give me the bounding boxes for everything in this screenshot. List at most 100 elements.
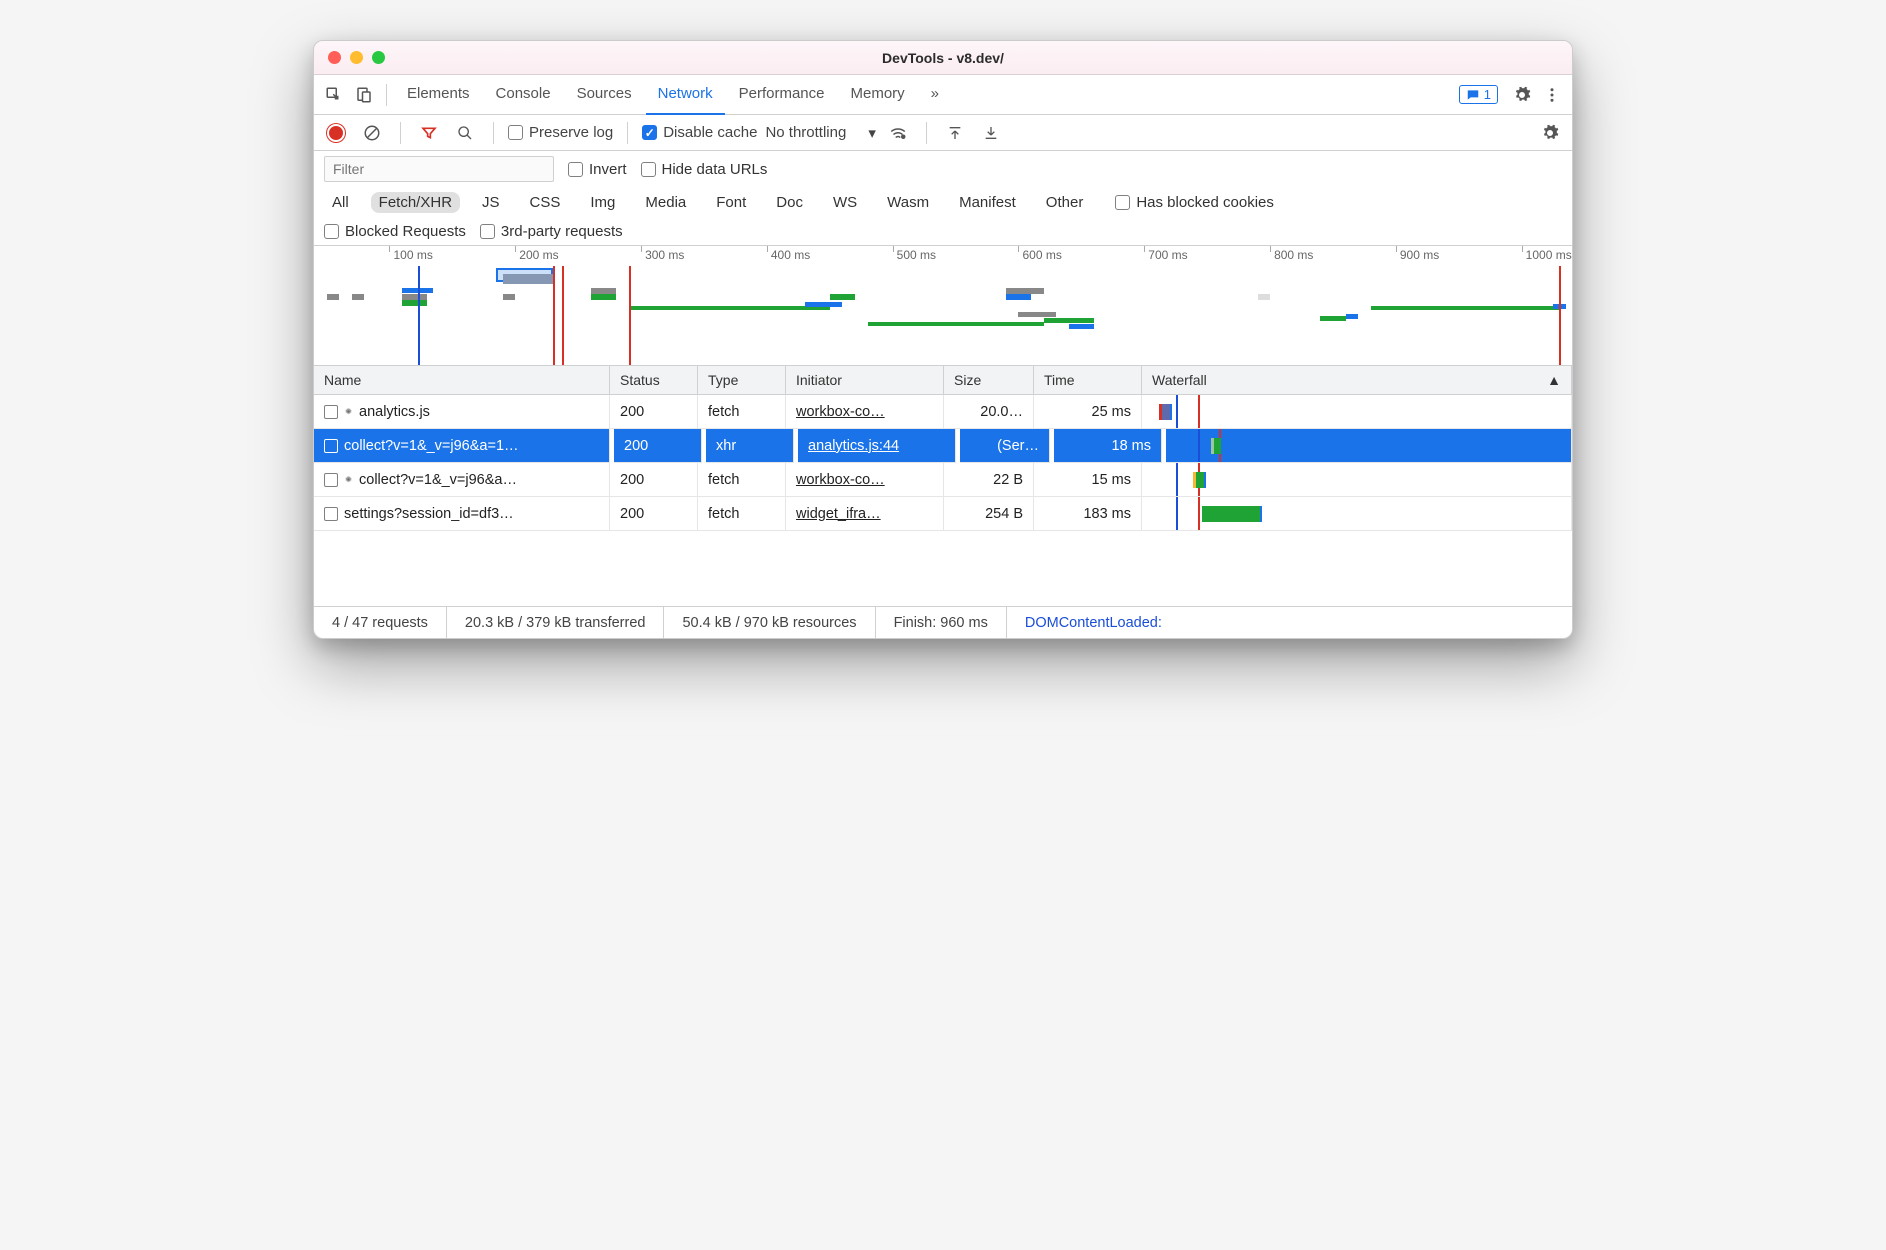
sort-indicator-icon: ▲ (1547, 372, 1561, 388)
third-party-checkbox[interactable]: 3rd-party requests (480, 223, 623, 240)
col-name[interactable]: Name (314, 366, 610, 395)
type-wasm[interactable]: Wasm (879, 192, 937, 213)
row-checkbox-icon[interactable] (324, 473, 338, 487)
status-bar: 4 / 47 requests 20.3 kB / 379 kB transfe… (314, 606, 1572, 638)
throttling-value: No throttling (765, 124, 846, 141)
cell-waterfall (1142, 497, 1572, 531)
cell-type: fetch (698, 463, 786, 497)
disable-cache-checkbox[interactable]: Disable cache (642, 124, 757, 141)
device-toggle-icon[interactable] (350, 81, 378, 109)
type-js[interactable]: JS (474, 192, 508, 213)
clear-button[interactable] (358, 119, 386, 147)
col-initiator[interactable]: Initiator (786, 366, 944, 395)
initiator-link[interactable]: analytics.js:44 (808, 438, 899, 454)
col-time[interactable]: Time (1034, 366, 1142, 395)
export-har-icon[interactable] (977, 119, 1005, 147)
cell-time: 183 ms (1034, 497, 1142, 531)
panel-tabbar: Elements Console Sources Network Perform… (314, 75, 1572, 115)
table-row[interactable]: settings?session_id=df3…200fetchwidget_i… (314, 497, 1572, 531)
table-row[interactable]: collect?v=1&_v=j96&a…200fetchworkbox-co…… (314, 463, 1572, 497)
cell-name: settings?session_id=df3… (314, 497, 610, 531)
devtools-window: DevTools - v8.dev/ Elements Console Sour… (313, 40, 1573, 639)
window-title: DevTools - v8.dev/ (314, 50, 1572, 66)
col-size[interactable]: Size (944, 366, 1034, 395)
blocked-requests-checkbox[interactable]: Blocked Requests (324, 223, 466, 240)
network-table: Name Status Type Initiator Size Time Wat… (314, 366, 1572, 606)
col-status[interactable]: Status (610, 366, 698, 395)
tab-performance[interactable]: Performance (727, 75, 837, 115)
table-header-row: Name Status Type Initiator Size Time Wat… (314, 366, 1572, 395)
overview-body (314, 266, 1572, 365)
type-all[interactable]: All (324, 192, 357, 213)
initiator-link[interactable]: workbox-co… (796, 472, 885, 488)
cell-name: collect?v=1&_v=j96&a… (314, 463, 610, 497)
maximize-window-button[interactable] (372, 51, 385, 64)
type-fetch-xhr[interactable]: Fetch/XHR (371, 192, 460, 213)
type-css[interactable]: CSS (522, 192, 569, 213)
import-har-icon[interactable] (941, 119, 969, 147)
invert-checkbox[interactable]: Invert (568, 161, 627, 178)
filter-input[interactable] (324, 156, 554, 182)
initiator-link[interactable]: workbox-co… (796, 404, 885, 420)
throttling-select[interactable]: No throttling ▾ (765, 124, 875, 142)
cell-status: 200 (610, 395, 698, 429)
cell-initiator: workbox-co… (786, 395, 944, 429)
table-row[interactable]: collect?v=1&_v=j96&a=1…200xhranalytics.j… (314, 429, 1572, 463)
col-type[interactable]: Type (698, 366, 786, 395)
record-button[interactable] (322, 119, 350, 147)
type-ws[interactable]: WS (825, 192, 865, 213)
initiator-link[interactable]: widget_ifra… (796, 506, 881, 522)
cell-waterfall (1166, 429, 1572, 463)
separator (400, 122, 401, 144)
tab-console[interactable]: Console (484, 75, 563, 115)
filter-icon[interactable] (415, 119, 443, 147)
row-checkbox-icon[interactable] (324, 439, 338, 453)
cell-initiator: analytics.js:44 (798, 429, 956, 463)
cell-initiator: widget_ifra… (786, 497, 944, 531)
search-icon[interactable] (451, 119, 479, 147)
preserve-log-checkbox[interactable]: Preserve log (508, 124, 613, 141)
tab-memory[interactable]: Memory (839, 75, 917, 115)
kebab-menu-icon[interactable] (1538, 81, 1566, 109)
close-window-button[interactable] (328, 51, 341, 64)
has-blocked-cookies-checkbox[interactable]: Has blocked cookies (1115, 194, 1274, 211)
status-finish: Finish: 960 ms (876, 607, 1007, 638)
cell-status: 200 (610, 497, 698, 531)
type-doc[interactable]: Doc (768, 192, 811, 213)
row-checkbox-icon[interactable] (324, 507, 338, 521)
type-other[interactable]: Other (1038, 192, 1092, 213)
type-manifest[interactable]: Manifest (951, 192, 1024, 213)
status-resources: 50.4 kB / 970 kB resources (664, 607, 875, 638)
network-conditions-icon[interactable] (884, 119, 912, 147)
table-row[interactable]: analytics.js200fetchworkbox-co…20.0…25 m… (314, 395, 1572, 429)
col-waterfall[interactable]: Waterfall▲ (1142, 366, 1572, 395)
separator (627, 122, 628, 144)
row-checkbox-icon[interactable] (324, 405, 338, 419)
cell-size: 254 B (944, 497, 1034, 531)
issues-badge[interactable]: 1 (1459, 85, 1498, 104)
minimize-window-button[interactable] (350, 51, 363, 64)
cell-waterfall (1142, 395, 1572, 429)
tab-more[interactable]: » (919, 75, 951, 115)
hide-data-urls-checkbox[interactable]: Hide data URLs (641, 161, 768, 178)
type-media[interactable]: Media (637, 192, 694, 213)
status-requests: 4 / 47 requests (314, 607, 447, 638)
type-font[interactable]: Font (708, 192, 754, 213)
filter-bar: Invert Hide data URLs All Fetch/XHR JS C… (314, 151, 1572, 246)
tab-elements[interactable]: Elements (395, 75, 482, 115)
disable-cache-label: Disable cache (663, 124, 757, 141)
overview-timeline[interactable]: 100 ms 200 ms 300 ms 400 ms 500 ms 600 m… (314, 246, 1572, 366)
separator (493, 122, 494, 144)
cell-name: analytics.js (314, 395, 610, 429)
issues-count: 1 (1484, 87, 1491, 102)
inspect-icon[interactable] (320, 81, 348, 109)
separator (926, 122, 927, 144)
network-settings-icon[interactable] (1536, 119, 1564, 147)
tab-sources[interactable]: Sources (565, 75, 644, 115)
type-img[interactable]: Img (582, 192, 623, 213)
tab-network[interactable]: Network (646, 75, 725, 115)
settings-icon[interactable] (1508, 81, 1536, 109)
cell-size: (Ser… (960, 429, 1050, 463)
overview-ruler: 100 ms 200 ms 300 ms 400 ms 500 ms 600 m… (314, 246, 1572, 266)
titlebar: DevTools - v8.dev/ (314, 41, 1572, 75)
